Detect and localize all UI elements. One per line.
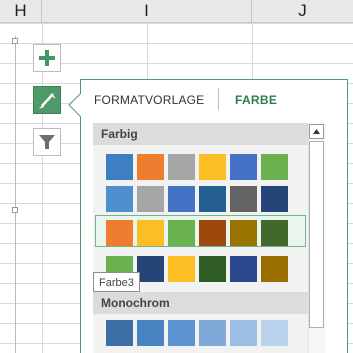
palette-row-colorful[interactable] [106,154,292,180]
color-swatch [261,186,288,212]
color-swatch [137,256,164,282]
color-swatch [137,220,164,246]
color-swatch [261,220,288,246]
color-swatch [261,154,288,180]
tab-style[interactable]: FORMATVORLAGE [94,93,204,107]
color-swatch [230,320,257,346]
color-swatch [230,256,257,282]
color-swatch [199,154,226,180]
triangle-up-icon [313,129,320,134]
color-swatch [168,320,195,346]
chart-resize-handle-middle[interactable] [12,207,18,213]
paintbrush-icon [39,93,56,109]
color-swatch [137,154,164,180]
color-swatch [261,320,288,346]
tab-color[interactable]: FARBE [235,93,277,107]
chart-elements-button[interactable] [33,44,61,72]
swatch-tooltip: Farbe3 [93,272,140,292]
chart-selection-border [15,36,16,353]
color-swatch [199,320,226,346]
chart-styles-button[interactable] [33,86,61,114]
color-swatch [137,320,164,346]
color-swatch [168,186,195,212]
tab-separator [218,88,219,110]
grid-column-line [42,23,43,353]
color-swatch [230,154,257,180]
color-swatch [106,186,133,212]
color-swatch [199,186,226,212]
color-swatch [230,220,257,246]
group-label-colorful: Farbig [93,123,308,145]
color-swatch [230,186,257,212]
color-swatch [261,256,288,282]
column-header-j[interactable]: J [252,0,353,22]
palette-row-monochrome[interactable] [106,320,292,346]
plus-icon [39,50,55,66]
group-label-monochrome: Monochrom [93,292,308,314]
column-header-h[interactable]: H [0,0,42,22]
column-header-row: H I J [0,0,353,23]
color-swatch [168,256,195,282]
color-swatch [137,186,164,212]
column-header-i[interactable]: I [42,0,252,22]
palette-row-colorful[interactable] [106,220,292,246]
color-swatch [168,220,195,246]
pane-pointer-arrow [68,93,82,117]
color-swatch [168,154,195,180]
scroll-up-button[interactable] [309,124,324,139]
color-swatch [199,256,226,282]
color-gallery: Farbig Monochrom [93,123,308,353]
chart-filters-button[interactable] [33,128,61,156]
color-swatch [106,154,133,180]
palette-row-colorful[interactable] [106,186,292,212]
color-swatch [106,220,133,246]
filter-icon [39,135,55,149]
color-swatch [199,220,226,246]
scroll-thumb[interactable] [309,141,324,328]
color-swatch [106,320,133,346]
chart-resize-handle-top[interactable] [12,38,18,44]
